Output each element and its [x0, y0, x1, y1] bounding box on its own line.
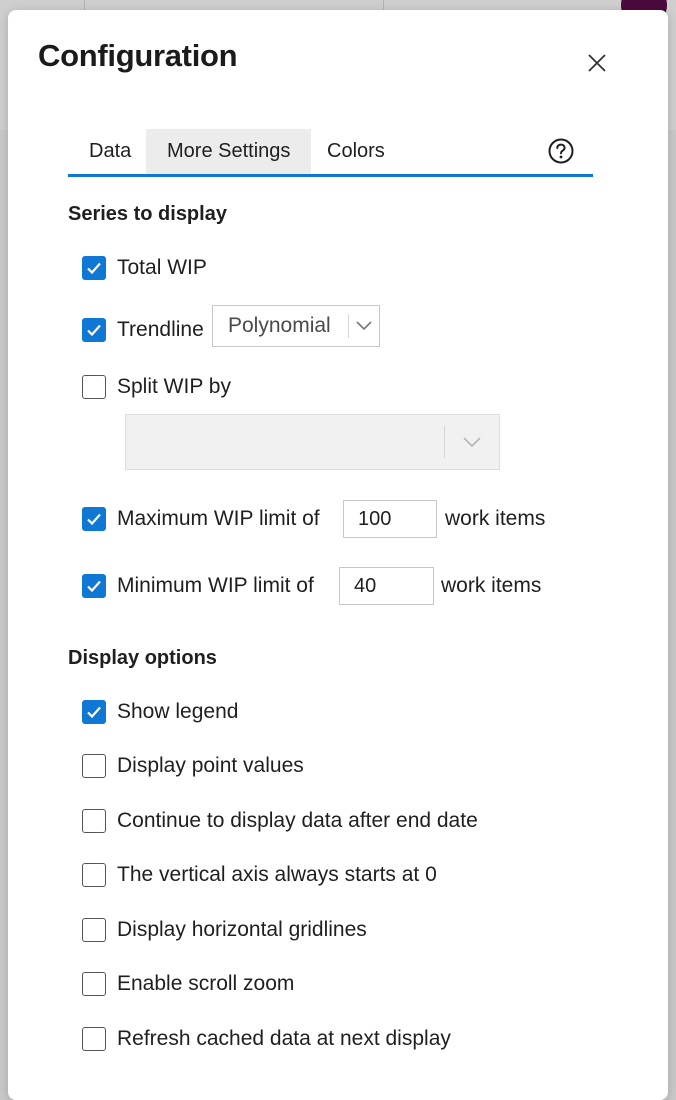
point-values-checkbox[interactable] — [82, 754, 106, 778]
close-button[interactable] — [582, 48, 612, 78]
dialog-title: Configuration — [38, 38, 238, 73]
after-end-date-option: Continue to display data after end date — [82, 806, 478, 836]
split-wip-dropdown[interactable] — [125, 414, 500, 470]
after-end-date-label: Continue to display data after end date — [117, 809, 478, 832]
chevron-down-icon — [349, 321, 379, 331]
axis-zero-checkbox[interactable] — [82, 863, 106, 887]
checkmark-icon — [87, 580, 101, 593]
show-legend-label: Show legend — [117, 700, 239, 723]
display-section-title: Display options — [68, 647, 217, 669]
tab-data[interactable]: Data — [68, 129, 152, 174]
max-wip-input[interactable]: 100 — [343, 500, 437, 538]
total-wip-option: Total WIP — [82, 253, 207, 283]
split-wip-option: Split WIP by — [82, 372, 231, 402]
scroll-zoom-option: Enable scroll zoom — [82, 969, 294, 999]
refresh-cache-checkbox[interactable] — [82, 1027, 106, 1051]
total-wip-checkbox[interactable] — [82, 256, 106, 280]
show-legend-option: Show legend — [82, 697, 238, 727]
axis-zero-label: The vertical axis always starts at 0 — [117, 863, 437, 886]
max-wip-suffix: work items — [445, 507, 546, 530]
scroll-zoom-label: Enable scroll zoom — [117, 972, 295, 995]
checkmark-icon — [87, 324, 101, 337]
min-wip-checkbox[interactable] — [82, 574, 106, 598]
scroll-zoom-checkbox[interactable] — [82, 972, 106, 996]
gridlines-label: Display horizontal gridlines — [117, 918, 367, 941]
refresh-cache-label: Refresh cached data at next display — [117, 1027, 451, 1050]
point-values-label: Display point values — [117, 754, 304, 777]
trendline-checkbox[interactable] — [82, 318, 106, 342]
gridlines-checkbox[interactable] — [82, 918, 106, 942]
chevron-down-icon — [445, 436, 499, 448]
min-wip-label: Minimum WIP limit of — [117, 574, 314, 597]
checkmark-icon — [87, 262, 101, 275]
series-section-title: Series to display — [68, 203, 227, 225]
max-wip-option: Maximum WIP limit of — [82, 504, 320, 534]
checkmark-icon — [87, 706, 101, 719]
close-icon — [588, 54, 606, 72]
show-legend-checkbox[interactable] — [82, 700, 106, 724]
trendline-type-value: Polynomial — [228, 314, 331, 337]
configuration-dialog: Configuration Data More Settings Colors … — [8, 10, 668, 1100]
tab-colors[interactable]: Colors — [306, 129, 406, 174]
gridlines-option: Display horizontal gridlines — [82, 915, 367, 945]
min-wip-input[interactable]: 40 — [339, 567, 434, 605]
background-divider — [383, 0, 384, 10]
trendline-label: Trendline — [117, 318, 204, 341]
max-wip-label: Maximum WIP limit of — [117, 507, 320, 530]
trendline-type-dropdown[interactable]: Polynomial — [212, 305, 380, 347]
point-values-option: Display point values — [82, 751, 304, 781]
min-wip-suffix: work items — [441, 574, 542, 597]
split-wip-label: Split WIP by — [117, 375, 231, 398]
background-divider — [84, 0, 85, 10]
refresh-cache-option: Refresh cached data at next display — [82, 1024, 451, 1054]
min-wip-option: Minimum WIP limit of — [82, 571, 314, 601]
max-wip-checkbox[interactable] — [82, 507, 106, 531]
tab-more-settings[interactable]: More Settings — [146, 129, 312, 174]
after-end-date-checkbox[interactable] — [82, 809, 106, 833]
total-wip-label: Total WIP — [117, 256, 207, 279]
axis-zero-option: The vertical axis always starts at 0 — [82, 860, 437, 890]
tab-bar: Data More Settings Colors — [68, 129, 593, 177]
trendline-option: Trendline — [82, 315, 204, 345]
checkmark-icon — [87, 513, 101, 526]
split-wip-checkbox[interactable] — [82, 375, 106, 399]
help-button[interactable] — [547, 137, 575, 165]
question-circle-icon — [548, 138, 574, 164]
